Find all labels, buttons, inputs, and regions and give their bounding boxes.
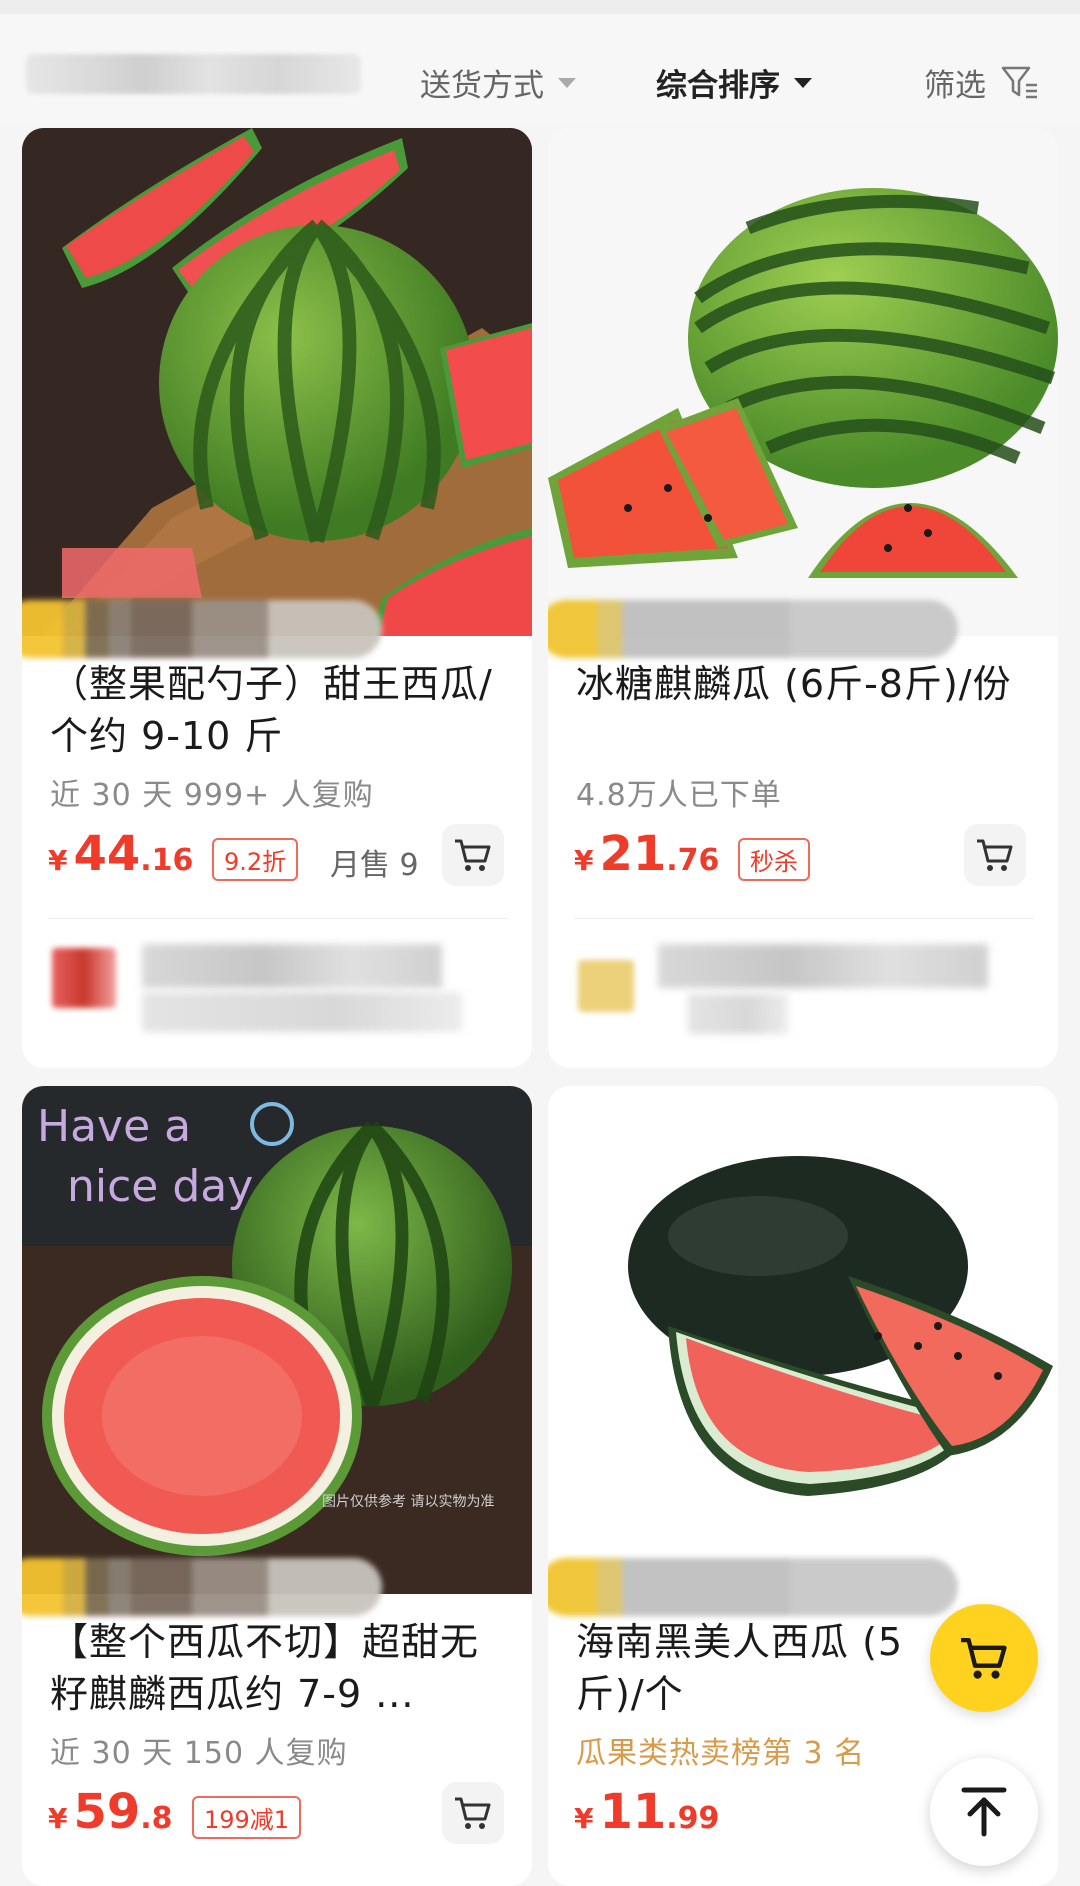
product-title: 海南黑美人西瓜 (5斤)/个 [576,1620,904,1716]
filter-label: 筛选 [924,68,986,104]
product-price: ¥ 11 .99 [574,1784,719,1840]
cart-icon [961,1637,1007,1679]
divider [48,918,508,919]
floating-cart-button[interactable] [930,1604,1038,1712]
monthly-sales: 月售 9 [330,848,419,883]
blurred-location [26,54,361,94]
discount-badge: 9.2折 [212,838,299,881]
triangle-down-icon [794,77,812,88]
price-decimal: .76 [666,843,720,878]
product-subtext: 瓜果类热卖榜第 3 名 [576,1736,866,1771]
sort-filter[interactable]: 综合排序 [656,60,812,105]
product-price: ¥ 21 .76 [574,826,719,882]
price-currency: ¥ [48,844,68,877]
image-chalk-text: Have a [37,1101,191,1152]
product-subtext: 4.8万人已下单 [576,778,782,813]
product-image: Have a nice day 图片仅供参考 请以实物为准 [22,1086,532,1594]
product-card[interactable]: 冰糖麒麟瓜 (6斤-8斤)/份 4.8万人已下单 ¥ 21 .76 秒杀 [548,128,1058,1068]
cart-icon [977,839,1013,871]
sort-filter-label: 综合排序 [656,68,780,104]
product-card[interactable]: （整果配勺子）甜王西瓜/个约 9-10 斤 近 30 天 999+ 人复购 ¥ … [22,128,532,1068]
product-title: （整果配勺子）甜王西瓜/个约 9-10 斤 [50,662,493,758]
product-title: 冰糖麒麟瓜 (6斤-8斤)/份 [576,662,1012,706]
price-currency: ¥ [574,1802,594,1835]
filter-bar: 送货方式 综合排序 筛选 [0,14,1080,124]
arrow-up-icon [961,1787,1007,1837]
add-to-cart-button[interactable] [964,824,1026,886]
price-integer: 44 [73,826,141,882]
back-to-top-button[interactable] [930,1758,1038,1866]
product-subtext: 近 30 天 999+ 人复购 [50,778,374,813]
funnel-icon [1001,66,1037,98]
triangle-down-icon [558,77,576,88]
promo-tag [22,1558,382,1616]
promo-tag [548,1558,958,1616]
cart-icon [455,839,491,871]
delivery-filter[interactable]: 送货方式 [420,60,576,105]
price-currency: ¥ [48,1802,68,1835]
coupon-badge: 199减1 [192,1796,302,1839]
price-decimal: .99 [666,1801,720,1836]
price-integer: 11 [599,1784,667,1840]
product-image [548,1086,1058,1594]
product-title: 【整个西瓜不切】超甜无籽麒麟西瓜约 7-9 ... [50,1620,480,1716]
cart-icon [455,1797,491,1829]
status-strip [0,0,1080,14]
promo-tag [548,600,958,658]
flash-sale-badge: 秒杀 [738,838,810,881]
filter-button[interactable]: 筛选 [924,60,1040,105]
add-to-cart-button[interactable] [442,824,504,886]
delivery-filter-label: 送货方式 [420,68,544,104]
product-price: ¥ 44 .16 [48,826,193,882]
image-chalk-text-2: nice day [67,1161,253,1212]
product-subtext: 近 30 天 150 人复购 [50,1736,348,1771]
promo-tag [22,600,382,658]
price-currency: ¥ [574,844,594,877]
price-decimal: .16 [140,843,194,878]
price-integer: 59 [73,1784,141,1840]
divider [574,918,1034,919]
shop-info-blurred [22,938,532,1038]
product-card[interactable]: Have a nice day 图片仅供参考 请以实物为准 【整个西瓜不切】超甜… [22,1086,532,1886]
add-to-cart-button[interactable] [442,1782,504,1844]
price-integer: 21 [599,826,667,882]
price-decimal: .8 [140,1801,173,1836]
image-notice: 图片仅供参考 请以实物为准 [322,1493,494,1510]
product-price: ¥ 59 .8 [48,1784,173,1840]
product-image [22,128,532,636]
shop-info-blurred [548,938,1058,1038]
product-image [548,128,1058,636]
